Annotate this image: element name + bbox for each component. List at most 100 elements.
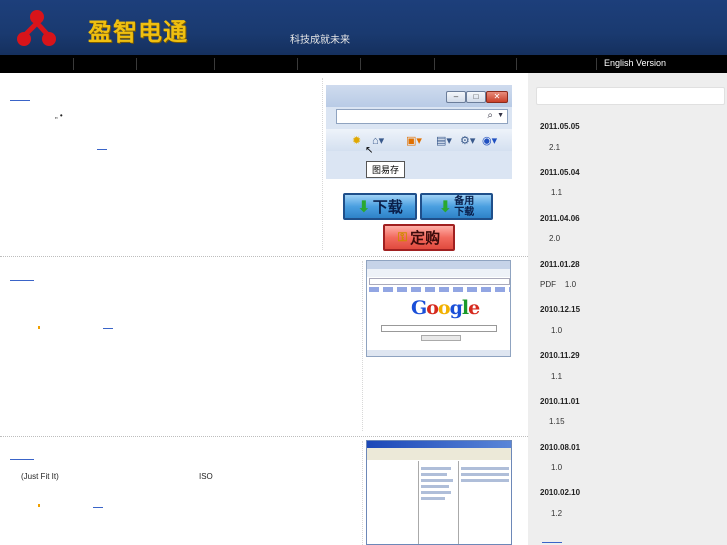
details-link[interactable] (93, 507, 103, 508)
news-item[interactable]: 2.1 (549, 143, 560, 152)
close-icon: ✕ (486, 91, 508, 103)
divider (322, 78, 323, 250)
minimize-icon: – (446, 91, 466, 103)
folder-tree (419, 461, 459, 544)
screenshot-explorer (366, 440, 512, 545)
menu-bar (367, 269, 510, 277)
product-list: „ • – □ ✕ ⌕ ▼ ✹ ⌂▾ ▣▾ ▤▾ ⚙▾ ◉▾ ↖ 图易存 ⬇ 下… (0, 73, 528, 545)
nav-separator (214, 58, 215, 70)
product-card: (Just Fit It) ISO (0, 437, 528, 545)
chevron-down-icon: ▼ (497, 112, 504, 119)
window-titlebar (367, 441, 511, 448)
home-icon: ⌂▾ (372, 135, 385, 147)
news-date: 2011.01.28 (540, 260, 580, 269)
news-item[interactable]: 1.0 (551, 463, 562, 472)
left-pane (367, 461, 419, 544)
nav-separator (136, 58, 137, 70)
nav-separator (516, 58, 517, 70)
toolbar (367, 448, 511, 460)
tree-row (421, 491, 451, 494)
screenshot-ie-toolbar: – □ ✕ ⌕ ▼ ✹ ⌂▾ ▣▾ ▤▾ ⚙▾ ◉▾ ↖ 图易存 (326, 85, 512, 179)
address-bar (369, 278, 510, 285)
divider (362, 441, 363, 545)
bullet-icon (38, 504, 40, 507)
product-desc: „ • (55, 111, 63, 120)
file-row (461, 479, 509, 482)
news-item[interactable]: 1.1 (551, 188, 562, 197)
logo-icon[interactable] (14, 6, 60, 50)
tree-row (421, 473, 447, 476)
news-date: 2011.05.04 (540, 168, 580, 177)
product-card: „ • – □ ✕ ⌕ ▼ ✹ ⌂▾ ▣▾ ▤▾ ⚙▾ ◉▾ ↖ 图易存 ⬇ 下… (0, 73, 528, 257)
product-title-link[interactable] (10, 280, 34, 281)
alt-download-label-line: 备用 (454, 195, 475, 207)
news-item[interactable]: 1.15 (549, 417, 565, 426)
tree-row (421, 467, 451, 470)
product-desc-format: ISO (199, 472, 213, 481)
nav-separator (360, 58, 361, 70)
details-link[interactable] (103, 328, 113, 329)
nav-separator (73, 58, 74, 70)
news-date: 2010.11.01 (540, 397, 580, 406)
nav-separator (297, 58, 298, 70)
news-sidebar: 2011.05.05 2.1 2011.05.04 1.1 2011.04.06… (528, 73, 727, 545)
buy-button[interactable]: ⚿ 定购 (383, 224, 455, 251)
slogan: 科技成就未来 (290, 35, 350, 46)
tree-row (421, 497, 445, 500)
maximize-icon: □ (466, 91, 486, 103)
file-list (459, 461, 511, 544)
product-title-link[interactable] (10, 100, 30, 101)
tree-row (421, 479, 453, 482)
google-logo: Google (411, 297, 480, 319)
addon-icon: ✹ (352, 135, 362, 147)
alt-download-button[interactable]: ⬇ 备用 下载 (420, 193, 493, 220)
news-date: 2010.08.01 (540, 443, 581, 452)
bullet-icon (38, 326, 40, 329)
news-item[interactable]: 1.0 (551, 326, 562, 335)
download-arrow-icon: ⬇ (357, 197, 371, 216)
buy-label: 定购 (410, 229, 441, 247)
search-field: ⌕ ▼ (336, 109, 508, 124)
main-nav: English Version (0, 55, 727, 73)
divider (362, 261, 363, 431)
news-date: 2010.02.10 (540, 488, 581, 497)
news-date: 2010.12.15 (540, 305, 581, 314)
news-item[interactable]: PDF 1.0 (540, 280, 576, 289)
site-header: 盈智电通 科技成就未来 (0, 0, 727, 55)
news-item[interactable]: 2.0 (549, 234, 560, 243)
news-item[interactable]: 1.2 (551, 509, 562, 518)
english-version-link[interactable]: English Version (604, 58, 666, 68)
more-news-link[interactable] (542, 542, 562, 543)
product-desc: (Just Fit It) (21, 472, 59, 481)
product-title-link[interactable] (10, 459, 34, 460)
details-link[interactable] (97, 149, 107, 150)
google-search-box (381, 325, 497, 332)
search-icon: ⌕ (487, 110, 493, 121)
tooltip: 图易存 (366, 161, 406, 178)
download-button[interactable]: ⬇ 下载 (343, 193, 417, 220)
tree-row (421, 485, 449, 488)
download-arrow-icon: ⬇ (438, 197, 453, 216)
download-label: 下载 (372, 198, 403, 216)
window-titlebar (367, 261, 510, 269)
nav-separator (596, 58, 597, 70)
google-links (369, 287, 510, 292)
feed-icon: ▣▾ (406, 135, 422, 147)
page-icon: ▤▾ (436, 135, 452, 147)
gear-icon: ⚙▾ (460, 135, 476, 147)
key-icon: ⚿ (397, 230, 408, 244)
sidebar-search-box[interactable] (536, 87, 725, 105)
file-row (461, 473, 509, 476)
nav-separator (434, 58, 435, 70)
product-card: Google ⬇ 下载 ⚿ 定购 (0, 257, 528, 502)
google-buttons (421, 335, 461, 341)
screenshot-google: Google (366, 260, 511, 357)
news-item[interactable]: 1.1 (551, 372, 562, 381)
status-bar (367, 350, 510, 356)
alt-download-label-line: 下载 (454, 206, 475, 218)
cursor-icon: ↖ (365, 145, 374, 156)
news-date: 2011.05.05 (540, 122, 580, 131)
file-row (461, 467, 509, 470)
brand-name[interactable]: 盈智电通 (88, 12, 188, 47)
alt-download-label: 备用 下载 (454, 196, 474, 218)
